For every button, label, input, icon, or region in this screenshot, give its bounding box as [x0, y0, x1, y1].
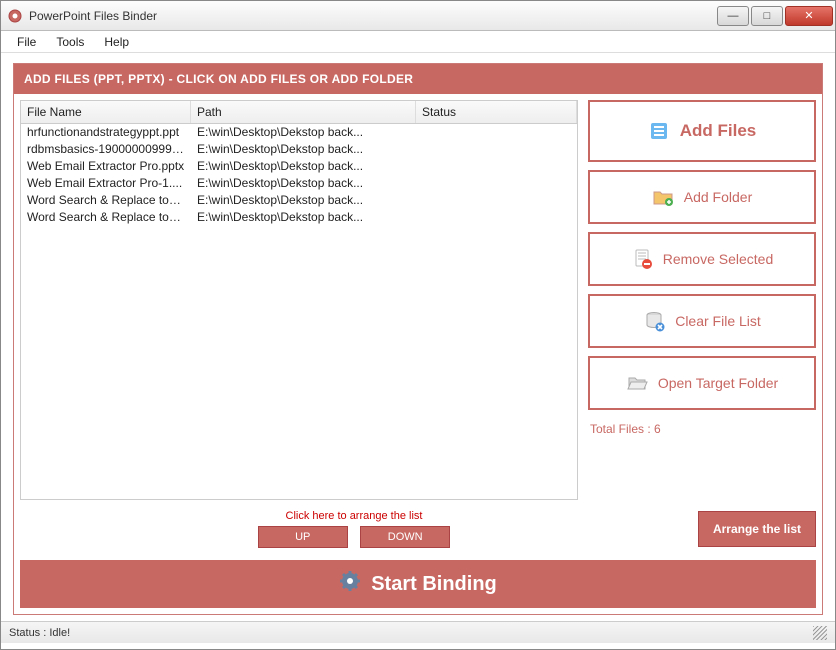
cell-path: E:\win\Desktop\Dekstop back...: [191, 141, 416, 158]
down-button[interactable]: DOWN: [360, 526, 450, 548]
col-header-status[interactable]: Status: [416, 101, 577, 123]
status-text: Status : Idle!: [9, 627, 70, 639]
open-target-button[interactable]: Open Target Folder: [588, 356, 816, 410]
start-binding-label: Start Binding: [371, 573, 497, 596]
table-row[interactable]: Word Search & Replace too...E:\win\Deskt…: [21, 192, 577, 209]
table-row[interactable]: Word Search & Replace too...E:\win\Deskt…: [21, 209, 577, 226]
cell-name: Web Email Extractor Pro.pptx: [21, 158, 191, 175]
close-button[interactable]: ✕: [785, 6, 833, 26]
menu-help[interactable]: Help: [104, 35, 129, 49]
add-folder-label: Add Folder: [684, 189, 752, 205]
titlebar: PowerPoint Files Binder — □ ✕: [1, 1, 835, 31]
arrange-list-button[interactable]: Arrange the list: [698, 511, 816, 547]
open-target-label: Open Target Folder: [658, 375, 778, 391]
add-files-button[interactable]: Add Files: [588, 100, 816, 162]
remove-selected-label: Remove Selected: [663, 251, 774, 267]
cell-name: Word Search & Replace too...: [21, 209, 191, 226]
cell-path: E:\win\Desktop\Dekstop back...: [191, 192, 416, 209]
add-folder-button[interactable]: Add Folder: [588, 170, 816, 224]
table-row[interactable]: Web Email Extractor Pro.pptxE:\win\Deskt…: [21, 158, 577, 175]
cell-path: E:\win\Desktop\Dekstop back...: [191, 175, 416, 192]
menu-file[interactable]: File: [17, 35, 36, 49]
cell-path: E:\win\Desktop\Dekstop back...: [191, 209, 416, 226]
file-table[interactable]: File Name Path Status hrfunctionandstrat…: [20, 100, 578, 500]
clear-list-icon: [643, 310, 665, 332]
menubar: File Tools Help: [1, 31, 835, 53]
maximize-button[interactable]: □: [751, 6, 783, 26]
cell-status: [416, 192, 577, 209]
window-title: PowerPoint Files Binder: [29, 9, 157, 23]
statusbar: Status : Idle!: [1, 621, 835, 643]
total-files-label: Total Files : 6: [588, 418, 816, 440]
resize-grip[interactable]: [813, 626, 827, 640]
cell-status: [416, 124, 577, 141]
menu-tools[interactable]: Tools: [56, 35, 84, 49]
cell-status: [416, 158, 577, 175]
cell-name: rdbmsbasics-19000000999....: [21, 141, 191, 158]
table-row[interactable]: hrfunctionandstrategyppt.pptE:\win\Deskt…: [21, 124, 577, 141]
folder-add-icon: [652, 186, 674, 208]
remove-icon: [631, 248, 653, 270]
table-row[interactable]: rdbmsbasics-19000000999....E:\win\Deskto…: [21, 141, 577, 158]
cell-name: Web Email Extractor Pro-1....: [21, 175, 191, 192]
col-header-path[interactable]: Path: [191, 101, 416, 123]
gear-icon: [339, 570, 361, 598]
start-binding-button[interactable]: Start Binding: [20, 560, 816, 608]
instruction-banner: ADD FILES (PPT, PPTX) - CLICK ON ADD FIL…: [14, 64, 822, 94]
arrange-hint: Click here to arrange the list: [20, 510, 688, 522]
main-panel: ADD FILES (PPT, PPTX) - CLICK ON ADD FIL…: [13, 63, 823, 615]
col-header-name[interactable]: File Name: [21, 101, 191, 123]
app-icon: [7, 8, 23, 24]
open-folder-icon: [626, 372, 648, 394]
cell-status: [416, 209, 577, 226]
remove-selected-button[interactable]: Remove Selected: [588, 232, 816, 286]
clear-list-button[interactable]: Clear File List: [588, 294, 816, 348]
minimize-button[interactable]: —: [717, 6, 749, 26]
cell-status: [416, 175, 577, 192]
up-button[interactable]: UP: [258, 526, 348, 548]
cell-path: E:\win\Desktop\Dekstop back...: [191, 124, 416, 141]
cell-name: hrfunctionandstrategyppt.ppt: [21, 124, 191, 141]
add-files-label: Add Files: [680, 121, 757, 141]
clear-list-label: Clear File List: [675, 313, 761, 329]
table-row[interactable]: Web Email Extractor Pro-1....E:\win\Desk…: [21, 175, 577, 192]
cell-status: [416, 141, 577, 158]
add-files-icon: [648, 120, 670, 142]
cell-name: Word Search & Replace too...: [21, 192, 191, 209]
cell-path: E:\win\Desktop\Dekstop back...: [191, 158, 416, 175]
